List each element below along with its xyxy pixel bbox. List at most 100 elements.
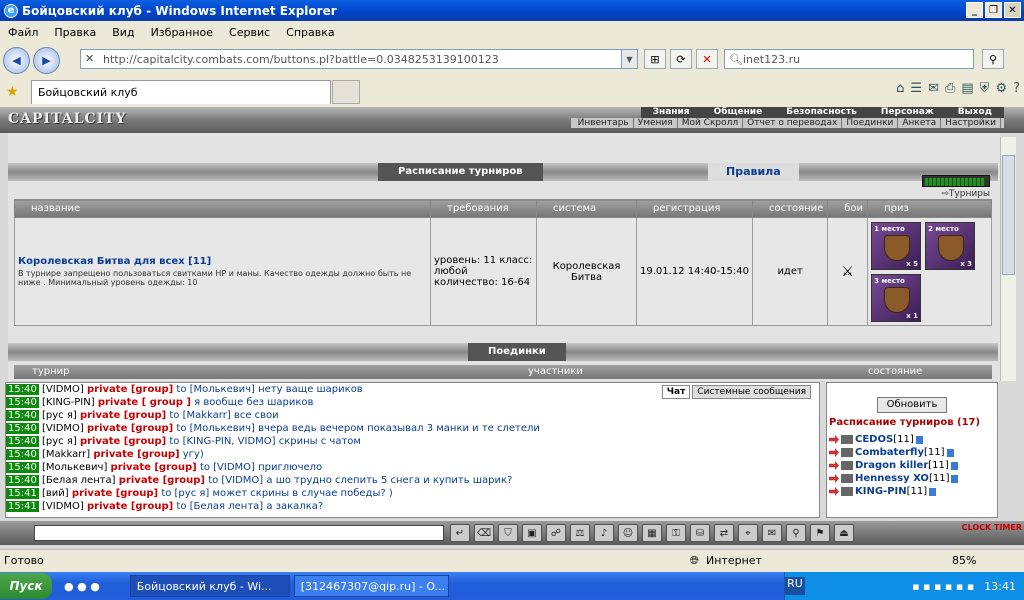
player-row[interactable]: CEDOS [11] — [829, 433, 997, 446]
safety-icon[interactable]: ⛨ — [980, 81, 990, 96]
chat-nick[interactable]: [рус я] — [42, 436, 77, 447]
send-icon[interactable]: ↵ — [450, 524, 470, 542]
tab-fight-club[interactable]: Бойцовский клуб — [31, 80, 331, 104]
player-row[interactable]: Combaterfly [11] — [829, 446, 997, 459]
sound-icon[interactable]: ♪ — [594, 524, 614, 542]
address-bar[interactable]: ✕ http://capitalcity.combats.com/buttons… — [80, 49, 638, 69]
rules-link[interactable]: Правила — [708, 163, 799, 181]
exit-icon[interactable]: ⏏ — [834, 524, 854, 542]
chat-nick[interactable]: [рус я] — [42, 410, 77, 421]
quicklaunch-icons[interactable]: ● ● ● — [64, 580, 100, 593]
topnav-knowledge[interactable]: Знания — [640, 107, 702, 118]
subnav-transfers[interactable]: Отчет о переводах — [743, 118, 843, 128]
page-icon[interactable]: ▤ — [961, 81, 973, 96]
chat-input[interactable] — [34, 525, 444, 541]
topnav-character[interactable]: Персонаж — [868, 107, 946, 118]
refresh-icon[interactable]: ⟳ — [670, 49, 692, 69]
invite-arrow-icon[interactable] — [829, 474, 839, 483]
archive-icon[interactable]: ▦ — [642, 524, 662, 542]
info-icon[interactable] — [915, 435, 923, 444]
clear-icon[interactable]: ⌫ — [474, 524, 494, 542]
smiley-icon[interactable]: ☺ — [618, 524, 638, 542]
invite-arrow-icon[interactable] — [829, 448, 839, 457]
search-button[interactable]: ⚲ — [982, 49, 1004, 69]
new-tab-button[interactable] — [332, 80, 360, 104]
chat-nick[interactable]: [Белая лента] — [42, 475, 116, 486]
player-row[interactable]: Dragon killer [11] — [829, 459, 997, 472]
close-button[interactable]: ✕ — [1004, 2, 1021, 18]
fights-col-participants[interactable]: участники — [528, 366, 583, 377]
scroll-thumb[interactable] — [1002, 155, 1015, 275]
zoom-text[interactable]: 85% — [952, 554, 976, 567]
menu-edit[interactable]: Правка — [46, 26, 104, 39]
map-icon[interactable]: ⌖ — [738, 524, 758, 542]
info-icon[interactable] — [929, 487, 937, 496]
subnav-scroll[interactable]: Мой Скролл — [678, 118, 744, 128]
crossed-swords-icon[interactable]: ⚔ — [827, 217, 869, 326]
col-prize[interactable]: приз — [867, 199, 992, 218]
chat-to[interactable]: to [Молькевич] — [176, 423, 255, 434]
invite-arrow-icon[interactable] — [829, 461, 839, 470]
fights-col-tournament[interactable]: турнир — [32, 366, 69, 377]
player-row[interactable]: KING-PIN [11] — [829, 485, 997, 498]
chat-to[interactable]: to [рус я] — [161, 488, 209, 499]
prize-item[interactable]: 3 место x 1 — [871, 273, 922, 322]
menu-file[interactable]: Файл — [0, 26, 46, 39]
col-registration[interactable]: регистрация — [636, 199, 753, 218]
player-row[interactable]: Hennessy XO [11] — [829, 472, 997, 485]
col-system[interactable]: система — [536, 199, 637, 218]
chat-to[interactable]: to [KING-PIN, VIDMO] — [169, 436, 275, 447]
subnav-settings[interactable]: Настройки — [941, 118, 1001, 128]
feeds-icon[interactable]: ☰ — [910, 81, 922, 96]
col-name[interactable]: название — [14, 199, 431, 218]
task-qip[interactable]: [312467307@qip.ru] - O... — [293, 575, 449, 597]
tray-icons[interactable]: ▪ ▪ ▪ ▪ ▪ ▪ — [912, 580, 974, 593]
fights-col-state[interactable]: состояние — [868, 366, 922, 377]
chat-to[interactable]: to [Молькевич] — [176, 384, 255, 395]
bag-icon[interactable]: ⛁ — [690, 524, 710, 542]
topnav-security[interactable]: Безопасность — [774, 107, 869, 118]
prize-item[interactable]: 2 место x 3 — [925, 221, 976, 270]
filter-icon[interactable]: ⛉ — [498, 524, 518, 542]
quest-icon[interactable]: ✉ — [762, 524, 782, 542]
prize-item[interactable]: 1 место x 5 — [871, 221, 922, 270]
chat-to[interactable]: to [VIDMO] — [200, 462, 255, 473]
info-icon[interactable] — [946, 448, 954, 457]
tournaments-link[interactable]: ⇨Турниры — [941, 189, 990, 199]
chat-to[interactable]: to [Белая лента] — [176, 501, 263, 512]
refresh-button[interactable]: Обновить — [877, 397, 947, 413]
menu-view[interactable]: Вид — [104, 26, 142, 39]
lang-indicator[interactable]: RU — [785, 577, 805, 595]
chat-to[interactable]: to [Makkarr] — [169, 410, 230, 421]
menu-favorites[interactable]: Избранное — [143, 26, 221, 39]
mail-icon[interactable]: ✉ — [928, 81, 939, 96]
col-state[interactable]: состояние — [751, 199, 829, 218]
subnav-inventory[interactable]: Инвентарь — [574, 118, 634, 128]
subnav-fights[interactable]: Поединки — [842, 118, 899, 128]
scale-icon[interactable]: ⚖ — [570, 524, 590, 542]
back-button[interactable]: ◀ — [3, 46, 30, 74]
mirror-icon[interactable]: ⚲ — [786, 524, 806, 542]
home-icon[interactable]: ⌂ — [896, 81, 904, 96]
player-name[interactable]: KING-PIN — [855, 486, 907, 497]
player-name[interactable]: Combaterfly — [855, 447, 924, 458]
topnav-exit[interactable]: Выход — [945, 107, 1004, 118]
task-browser[interactable]: Бойцовский клуб - Wi... — [129, 575, 290, 597]
search-input[interactable]: 🔍︎ inet123.ru — [724, 49, 974, 69]
tools-gear-icon[interactable]: ⚙ — [995, 81, 1007, 96]
trade-icon[interactable]: ⇄ — [714, 524, 734, 542]
maximize-button[interactable]: ❐ — [985, 2, 1002, 18]
tab-chat[interactable]: Чат — [661, 385, 691, 399]
stop-icon[interactable]: ✕ — [696, 49, 718, 69]
save-icon[interactable]: ▣ — [522, 524, 542, 542]
topnav-communication[interactable]: Общение — [701, 107, 775, 118]
invite-arrow-icon[interactable] — [829, 435, 839, 444]
chat-to[interactable]: to [VIDMO] — [208, 475, 263, 486]
tab-system-messages[interactable]: Системные сообщения — [692, 385, 811, 399]
start-button[interactable]: Пуск — [0, 573, 52, 599]
player-name[interactable]: Dragon killer — [855, 460, 928, 471]
info-icon[interactable] — [951, 474, 959, 483]
chat-nick[interactable]: [VIDMO] — [42, 384, 84, 395]
chat-nick[interactable]: [KING-PIN] — [42, 397, 95, 408]
invite-arrow-icon[interactable] — [829, 487, 839, 496]
